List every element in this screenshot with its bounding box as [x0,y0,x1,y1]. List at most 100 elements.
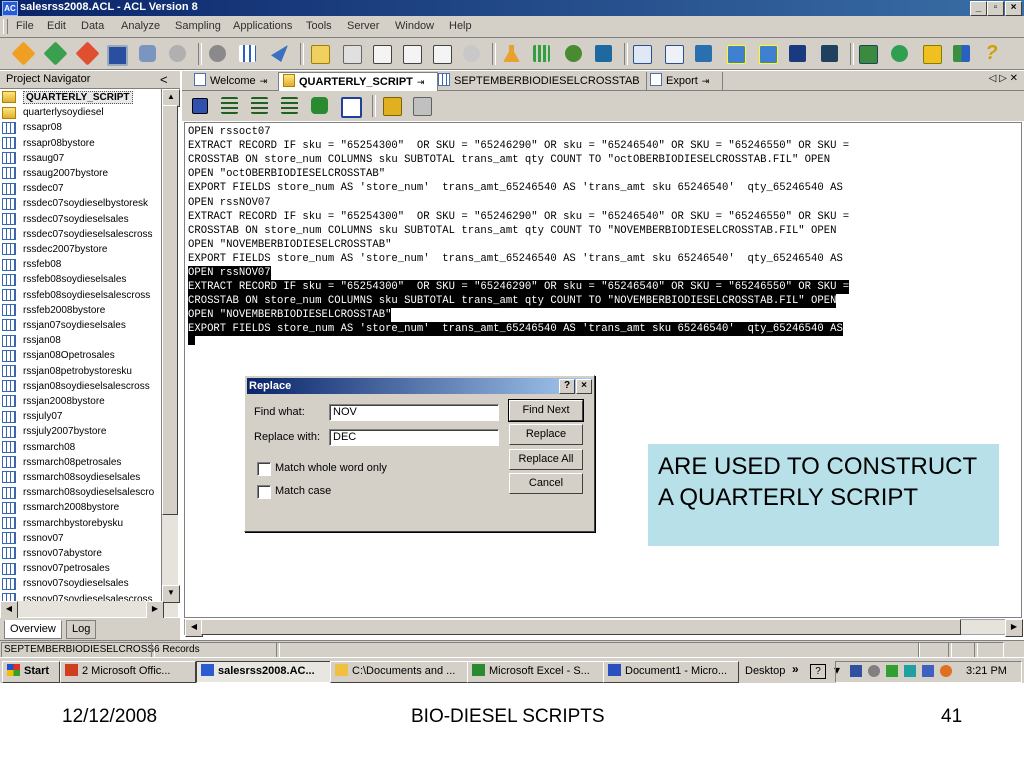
replace-all-button[interactable]: Replace All [509,449,583,470]
script-line[interactable]: CROSSTAB ON store_num COLUMNS sku SUBTOT… [188,224,836,238]
menu-analyze[interactable]: Analyze [121,20,160,32]
task-microsoft-office[interactable]: 2 Microsoft Offic... [60,661,196,683]
sync-icon[interactable] [904,665,916,677]
settings-icon[interactable] [868,665,880,677]
remove-column-button[interactable] [430,42,454,66]
stratify-button[interactable] [630,42,654,66]
script-line[interactable]: EXTRACT RECORD IF sku = "65254300" OR SK… [188,210,849,224]
find-what-input[interactable]: NOV [329,404,499,421]
replace-button[interactable]: Replace [509,424,583,445]
navigator-item[interactable]: rssnov07 [2,531,161,546]
indent-right-button[interactable] [278,94,302,118]
script-line[interactable]: EXPORT FIELDS store_num AS 'store_num' t… [188,181,843,195]
navigator-item[interactable]: rssnov07abystore [2,546,161,561]
statistics-button[interactable] [500,42,524,66]
script-line[interactable]: EXPORT FIELDS store_num AS 'store_num' t… [188,252,843,266]
navigator-item[interactable]: rssfeb08soydieselsalescross [2,288,161,303]
navigator-item[interactable]: rssmarch08soydieselsalescro [2,485,161,500]
navigator-item[interactable]: rssaug2007bystore [2,166,161,181]
scroll-left-arrow-icon[interactable]: ◀ [0,601,18,619]
close-window-button[interactable]: × [1005,1,1022,16]
insert-script-button[interactable] [380,94,404,118]
taskbar-chevron-icon[interactable]: » [792,662,799,676]
navigator-item[interactable]: rssjan08 [2,333,161,348]
navigator-horizontal-scrollbar[interactable]: ◀ ▶ [0,601,164,619]
tab-quarterly-script[interactable]: QUARTERLY_SCRIPT ⇥ [278,72,438,91]
script-button[interactable] [856,42,880,66]
selected-script-line[interactable]: OPEN "NOVEMBERBIODIESELCROSSTAB" [188,308,392,323]
indent-left-button[interactable] [218,94,242,118]
pin-icon[interactable]: ⇥ [702,76,710,86]
tab-welcome[interactable]: Welcome ⇥ [190,72,281,90]
relations-button[interactable] [206,42,230,66]
help-button[interactable]: ? [980,42,1004,66]
security-icon[interactable] [886,665,898,677]
menu-server[interactable]: Server [347,20,379,32]
menu-window[interactable]: Window [395,20,434,32]
navigator-item[interactable]: rssjan08soydieselsalescross [2,379,161,394]
key-button[interactable] [166,42,190,66]
close-table-button[interactable] [75,41,100,66]
script-line[interactable]: CROSSTAB ON store_num COLUMNS sku SUBTOT… [188,153,830,167]
menu-help[interactable]: Help [449,20,472,32]
menu-data[interactable]: Data [81,20,104,32]
navigator-item[interactable]: quarterlysoydiesel [2,105,161,120]
navigator-item[interactable]: rssdec07soydieselbystoresk [2,196,161,211]
navigator-item[interactable]: rssjuly2007bystore [2,424,161,439]
collapse-navigator-button[interactable]: < [160,72,168,87]
clock[interactable]: 3:21 PM [966,665,1007,677]
script-line[interactable]: OPEN "NOVEMBERBIODIESELCROSSTAB" [188,238,391,252]
navigator-item[interactable]: rssdec07soydieselsales [2,212,161,227]
navigator-item[interactable]: rssapr08 [2,120,161,135]
navigator-item[interactable]: QUARTERLY_SCRIPT [2,90,161,105]
navigator-item[interactable]: rssmarch2008bystore [2,500,161,515]
loop-button[interactable] [308,94,332,118]
messenger-icon[interactable] [940,665,952,677]
navigator-item[interactable]: rssfeb08 [2,257,161,272]
navigator-item[interactable]: rssapr08bystore [2,136,161,151]
sample-button[interactable] [786,42,810,66]
network-icon[interactable] [850,665,862,677]
navigator-item[interactable]: rssfeb08soydieselsales [2,272,161,287]
script-line[interactable]: EXTRACT RECORD IF sku = "65254300" OR SK… [188,139,849,153]
navigator-item[interactable]: rssjan07soydieselsales [2,318,161,333]
pin-icon[interactable]: ⇥ [417,77,425,87]
navigator-item[interactable]: rssmarch08 [2,440,161,455]
scroll-right-arrow-icon[interactable]: ▶ [146,601,164,619]
volume-icon[interactable] [922,665,934,677]
navigator-item[interactable]: rssjan08Opetrosales [2,348,161,363]
filter-button[interactable] [268,42,292,66]
script-line[interactable]: OPEN rssoct07 [188,125,271,139]
dialog-help-button[interactable]: ? [559,379,575,394]
script-line[interactable]: OPEN "octOBERBIODIESELCROSSTAB" [188,167,385,181]
scroll-thumb[interactable] [201,619,961,635]
gaps-button[interactable] [818,42,842,66]
editor-horizontal-scrollbar[interactable]: ◀ ▶ [184,619,1023,637]
print-button[interactable] [136,42,160,66]
sort-button[interactable] [756,42,780,66]
cancel-button[interactable]: Cancel [509,473,583,494]
menu-sampling[interactable]: Sampling [175,20,221,32]
desktop-toolbar-label[interactable]: Desktop [745,665,785,677]
tab-export[interactable]: Export ⇥ [646,72,723,90]
navigator-item[interactable]: rssfeb2008bystore [2,303,161,318]
replace-dialog-title-bar[interactable]: Replace ? × [247,378,592,394]
replace-with-input[interactable]: DEC [329,429,499,446]
tab-overview[interactable]: Overview [4,620,62,639]
save-button[interactable] [104,42,128,66]
selected-script-line[interactable]: EXPORT FIELDS store_num AS 'store_num' t… [188,322,843,337]
navigator-item[interactable]: rssdec2007bystore [2,242,161,257]
script-line[interactable]: OPEN rssNOV07 [188,196,271,210]
help-icon[interactable]: ? [810,664,826,679]
percent-button[interactable] [592,42,616,66]
task-acl[interactable]: salesrss2008.AC... [196,661,332,683]
tab-log[interactable]: Log [66,620,97,639]
join-button[interactable] [692,42,716,66]
tab-navigation-controls[interactable]: ◁ ▷ ✕ [989,73,1018,84]
window-title-bar[interactable]: AC salesrss2008.ACL - ACL Version 8 _ ▫ … [0,0,1024,16]
selected-script-line[interactable]: CROSSTAB ON store_num COLUMNS sku SUBTOT… [188,294,837,309]
navigator-item[interactable]: rssjan2008bystore [2,394,161,409]
navigator-item[interactable]: rssjan08petrobystoresku [2,364,161,379]
log-button[interactable] [920,42,944,66]
navigator-item[interactable]: rssdec07 [2,181,161,196]
